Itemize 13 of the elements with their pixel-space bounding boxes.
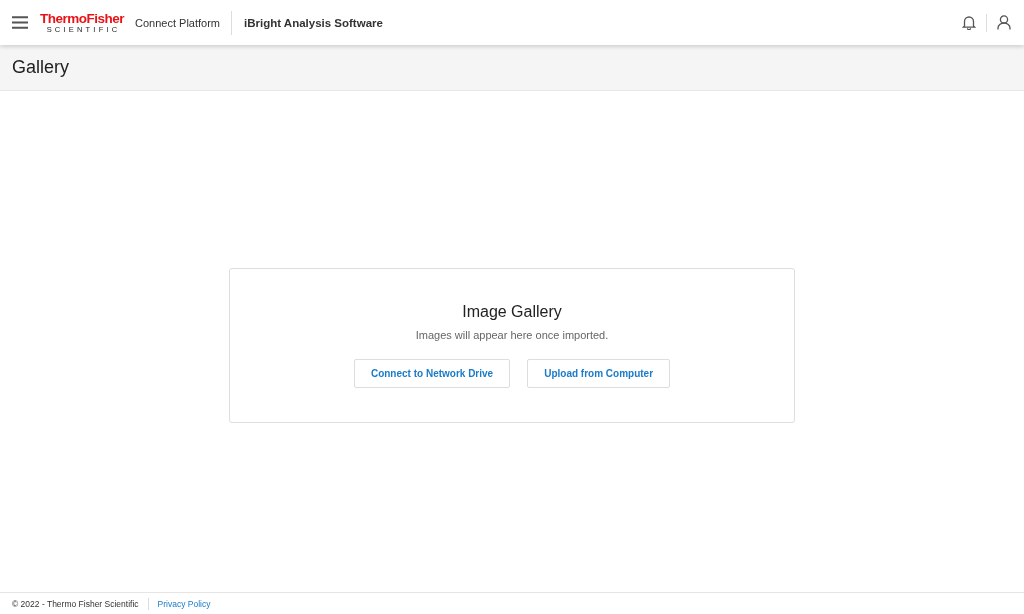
platform-name: Connect Platform: [135, 10, 232, 35]
copyright-text: © 2022 - Thermo Fisher Scientific: [12, 597, 149, 610]
logo-wordmark: ThermoFisher: [40, 11, 125, 25]
menu-icon[interactable]: [12, 16, 28, 29]
empty-state-title: Image Gallery: [462, 303, 562, 321]
user-icon[interactable]: [997, 15, 1011, 30]
bell-icon[interactable]: [962, 15, 976, 30]
upload-button[interactable]: Upload from Computer: [527, 359, 671, 388]
app-title: iBright Analysis Software: [244, 16, 383, 29]
footer-link[interactable]: Privacy Policy: [157, 598, 211, 609]
page-title: Gallery: [12, 57, 69, 78]
connect-drive-button[interactable]: Connect to Network Drive: [353, 359, 511, 388]
empty-state-message: Images will appear here once imported.: [415, 329, 609, 341]
